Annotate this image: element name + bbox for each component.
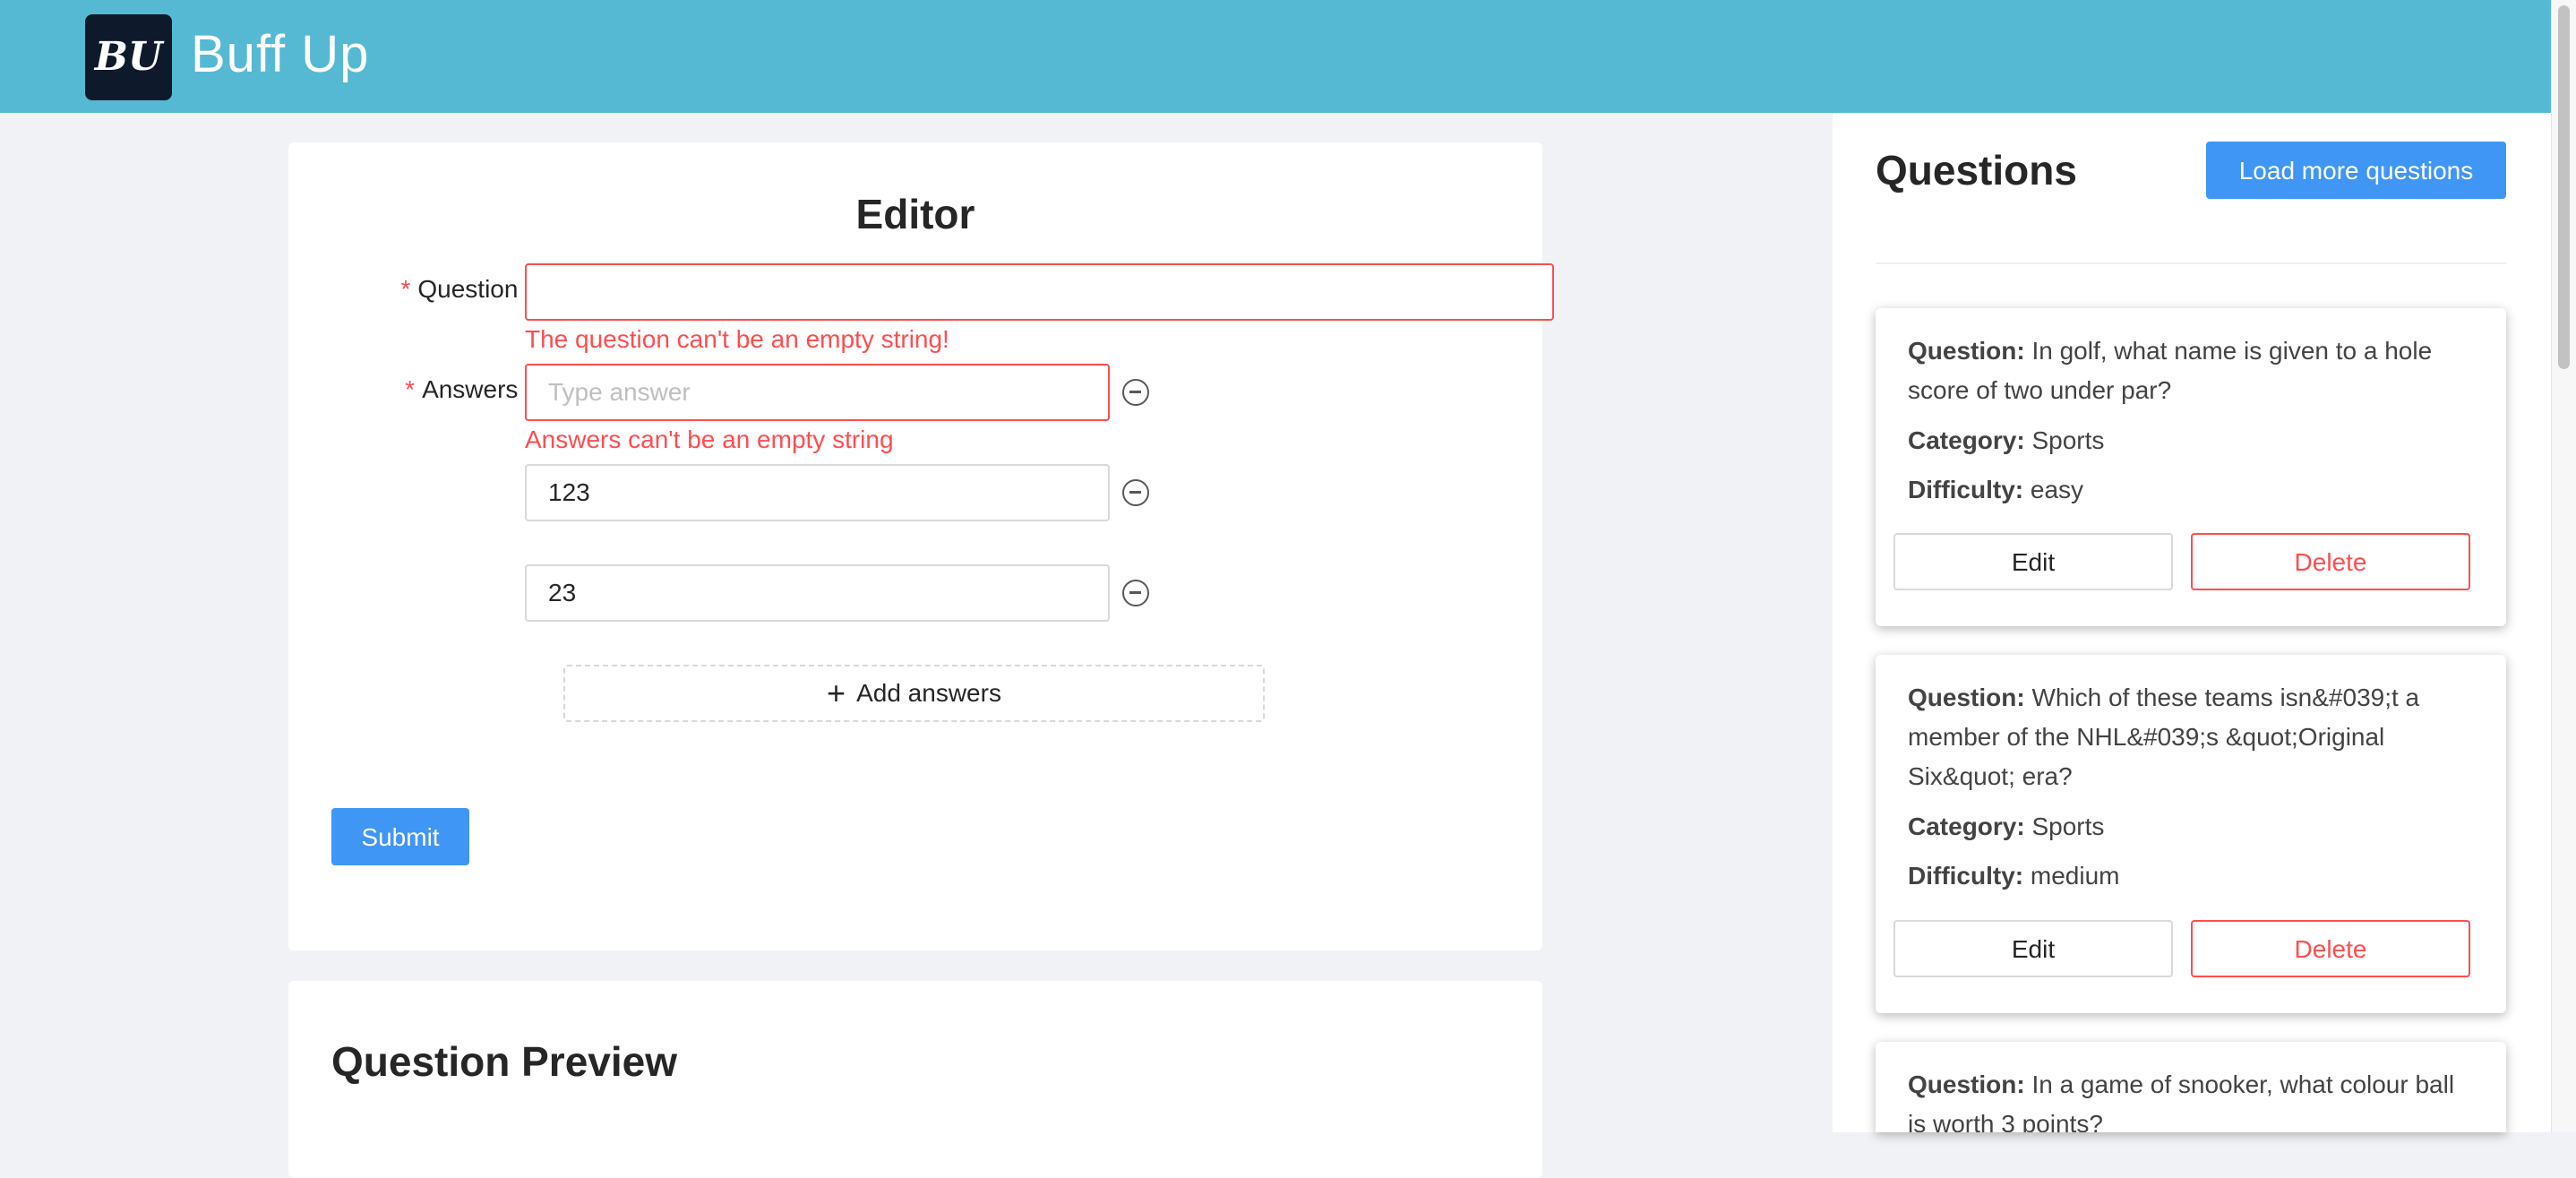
app-header: BU Buff Up [0, 0, 2551, 113]
difficulty-field-label: Difficulty: [1908, 862, 2024, 890]
editor-title: Editor [855, 191, 975, 237]
remove-answer-icon[interactable] [1122, 580, 1149, 606]
question-preview-title: Question Preview [331, 1038, 678, 1085]
answer-input-1[interactable] [525, 364, 1110, 421]
question-label: *Question : [378, 273, 532, 305]
remove-answer-icon[interactable] [1122, 479, 1149, 506]
question-category: Category: Sports [1908, 807, 2104, 847]
question-card: Question: Which of these teams isn&#039;… [1876, 655, 2506, 1013]
question-field-label: Question: [1908, 1071, 2025, 1098]
difficulty-field-label: Difficulty: [1908, 476, 2024, 503]
question-text-line: member of the NHL&#039;s &quot;Original [1908, 723, 2385, 751]
question-text-line: is worth 3 points? [1908, 1110, 2103, 1132]
answers-label-text: Answers [422, 375, 519, 403]
question-text: Question: In a game of snooker, what col… [1908, 1065, 2454, 1105]
answers-label: *Answers : [378, 374, 532, 406]
scrollbar-thumb[interactable] [2558, 5, 2570, 369]
category-value: Sports [2031, 426, 2105, 454]
delete-button[interactable]: Delete [2191, 920, 2470, 977]
question-card: Question: In a game of snooker, what col… [1876, 1042, 2506, 1132]
load-more-questions-button[interactable]: Load more questions [2206, 142, 2506, 199]
submit-button[interactable]: Submit [331, 808, 469, 865]
question-field-label: Question: [1908, 684, 2025, 711]
questions-title: Questions [1876, 147, 2077, 193]
question-card: Question: In golf, what name is given to… [1876, 308, 2506, 626]
difficulty-value: medium [2030, 862, 2120, 890]
answer-input-3[interactable] [525, 564, 1110, 622]
app-logo[interactable]: BU [85, 14, 172, 100]
answer-input-2[interactable] [525, 464, 1110, 521]
question-label-text: Question [417, 275, 519, 303]
editor-card: Editor *Question : The question can't be… [288, 142, 1554, 950]
remove-answer-icon[interactable] [1122, 379, 1149, 406]
app-title: Buff Up [191, 25, 370, 83]
question-field-label: Question: [1908, 337, 2025, 365]
required-marker: * [400, 275, 411, 303]
add-answers-label: Add answers [856, 679, 1001, 707]
question-difficulty: Difficulty: easy [1908, 470, 2083, 510]
question-input[interactable] [525, 263, 1554, 321]
category-field-label: Category: [1908, 813, 2025, 840]
difficulty-value: easy [2030, 476, 2084, 503]
question-text-line: score of two under par? [1908, 376, 2172, 404]
answers-error-message: Answers can't be an empty string [525, 426, 894, 453]
add-answers-button[interactable]: + Add answers [563, 665, 1265, 722]
category-field-label: Category: [1908, 426, 2025, 454]
question-category: Category: Sports [1908, 421, 2104, 460]
question-difficulty: Difficulty: medium [1908, 856, 2119, 896]
category-value: Sports [2031, 813, 2105, 840]
edit-button[interactable]: Edit [1893, 533, 2173, 590]
question-text-line: In a game of snooker, what colour ball [2031, 1071, 2455, 1098]
question-text-line: Six&quot; era? [1908, 762, 2073, 790]
question-text-line: Which of these teams isn&#039;t a [2031, 684, 2420, 711]
question-text: Question: In golf, what name is given to… [1908, 331, 2432, 371]
edit-button[interactable]: Edit [1893, 920, 2173, 977]
question-text-line: In golf, what name is given to a hole [2031, 337, 2433, 365]
plus-icon: + [827, 675, 846, 711]
question-error-message: The question can't be an empty string! [525, 325, 949, 353]
divider [1876, 262, 2506, 264]
delete-button[interactable]: Delete [2191, 533, 2470, 590]
required-marker: * [405, 375, 416, 403]
question-preview-card: Question Preview [288, 981, 1542, 1178]
question-text: Question: Which of these teams isn&#039;… [1908, 678, 2419, 718]
